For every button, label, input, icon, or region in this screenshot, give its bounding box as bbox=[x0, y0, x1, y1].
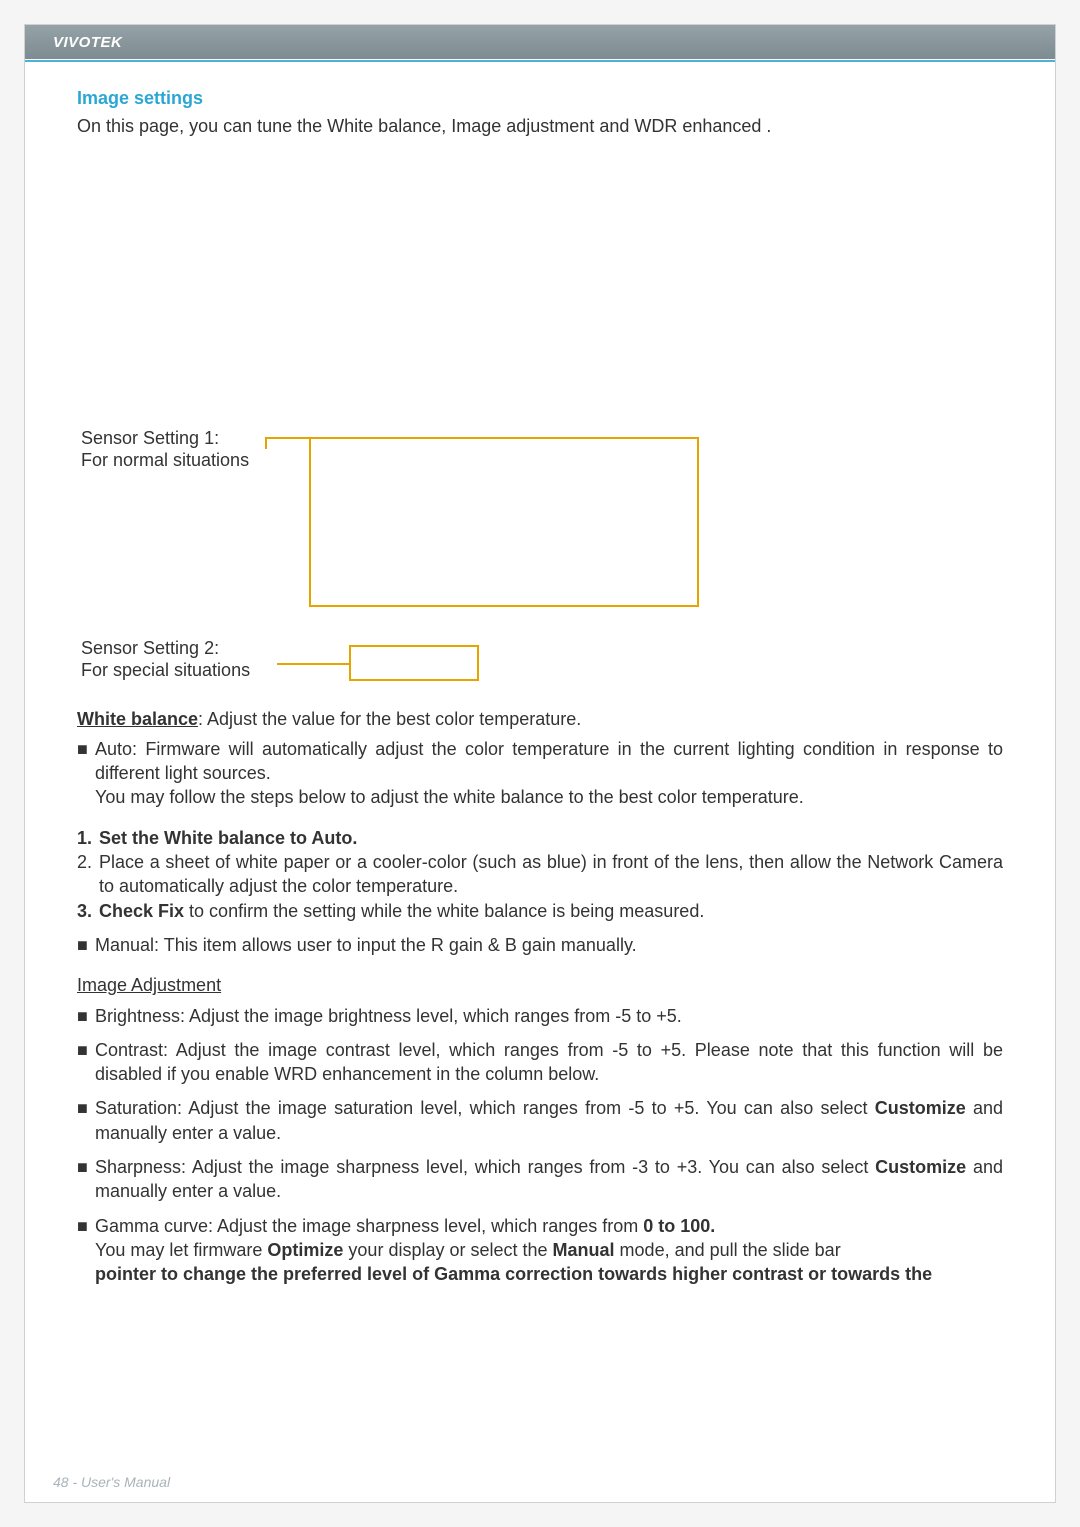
wb-auto-bullet: ■ Auto: Firmware will automatically adju… bbox=[77, 737, 1003, 786]
wb-step-3: 3. Check Fix to confirm the setting whil… bbox=[77, 899, 1003, 923]
brand-text: VIVOTEK bbox=[53, 34, 122, 51]
white-balance-after: : Adjust the value for the best color te… bbox=[198, 709, 581, 729]
wb-manual-text: Manual: This item allows user to input t… bbox=[95, 933, 1003, 957]
bullet-mark: ■ bbox=[77, 1038, 95, 1087]
gamma-optimize: Optimize bbox=[267, 1240, 343, 1260]
bullet-mark: ■ bbox=[77, 737, 95, 786]
gamma-bullet: ■ Gamma curve: Adjust the image sharpnes… bbox=[77, 1214, 1003, 1287]
gamma-manual: Manual bbox=[553, 1240, 615, 1260]
white-balance-heading: White balance bbox=[77, 709, 198, 729]
gamma-a: Gamma curve: Adjust the image sharpness … bbox=[95, 1216, 643, 1236]
body-text: White balance: Adjust the value for the … bbox=[77, 707, 1003, 1287]
bullet-mark: ■ bbox=[77, 933, 95, 957]
wb-step-2: 2. Place a sheet of white paper or a coo… bbox=[77, 850, 1003, 899]
step2-num: 2. bbox=[77, 850, 99, 899]
sensor-setting-2-label: Sensor Setting 2: For special situations bbox=[81, 637, 250, 682]
saturation-bullet: ■ Saturation: Adjust the image saturatio… bbox=[77, 1096, 1003, 1145]
sensor1-line2: For normal situations bbox=[81, 450, 249, 470]
section-title: Image settings bbox=[77, 86, 1003, 110]
gamma-line2a: You may let firmware bbox=[95, 1240, 267, 1260]
brightness-bullet: ■ Brightness: Adjust the image brightnes… bbox=[77, 1004, 1003, 1028]
sensor-setting-1-label: Sensor Setting 1: For normal situations bbox=[81, 427, 249, 472]
saturation-a: Saturation: Adjust the image saturation … bbox=[95, 1098, 875, 1118]
bullet-mark: ■ bbox=[77, 1155, 95, 1204]
connector-1 bbox=[265, 437, 309, 439]
sensor2-line2: For special situations bbox=[81, 660, 250, 680]
content-area: Image settings On this page, you can tun… bbox=[25, 62, 1055, 1287]
sensor-setting-2-box bbox=[349, 645, 479, 681]
page-container: VIVOTEK Image settings On this page, you… bbox=[24, 24, 1056, 1503]
wb-step-1: 1. Set the White balance to Auto. bbox=[77, 826, 1003, 850]
brightness-text: Brightness: Adjust the image brightness … bbox=[95, 1004, 1003, 1028]
section-intro: On this page, you can tune the White bal… bbox=[77, 114, 1003, 138]
sharpness-customize: Customize bbox=[875, 1157, 966, 1177]
wb-auto-text: Auto: Firmware will automatically adjust… bbox=[95, 737, 1003, 786]
wb-manual-bullet: ■ Manual: This item allows user to input… bbox=[77, 933, 1003, 957]
connector-2 bbox=[277, 663, 349, 665]
image-adjustment-heading: Image Adjustment bbox=[77, 973, 1003, 997]
gamma-line3: pointer to change the preferred level of… bbox=[95, 1264, 932, 1284]
bullet-mark: ■ bbox=[77, 1214, 95, 1287]
gamma-period: . bbox=[710, 1216, 715, 1236]
step1-num: 1. bbox=[77, 826, 99, 850]
gamma-line2c: mode, and pull the slide bar bbox=[615, 1240, 841, 1260]
contrast-text: Contrast: Adjust the image contrast leve… bbox=[95, 1038, 1003, 1087]
sharpness-bullet: ■ Sharpness: Adjust the image sharpness … bbox=[77, 1155, 1003, 1204]
sensor1-line1: Sensor Setting 1: bbox=[81, 428, 219, 448]
diagram-area: Sensor Setting 1: For normal situations … bbox=[77, 167, 1003, 707]
sensor2-line1: Sensor Setting 2: bbox=[81, 638, 219, 658]
step3-text: Check Fix to confirm the setting while t… bbox=[99, 899, 1003, 923]
header-band: VIVOTEK bbox=[25, 25, 1055, 59]
bullet-mark: ■ bbox=[77, 1096, 95, 1145]
page-footer: 48 - User's Manual bbox=[53, 1474, 170, 1490]
step1-text: Set the White balance to Auto. bbox=[99, 826, 1003, 850]
gamma-range: 0 to 100 bbox=[643, 1216, 710, 1236]
contrast-bullet: ■ Contrast: Adjust the image contrast le… bbox=[77, 1038, 1003, 1087]
step3-bold: Check Fix bbox=[99, 901, 184, 921]
step3-num: 3. bbox=[77, 899, 99, 923]
step3-rest: to confirm the setting while the white b… bbox=[184, 901, 704, 921]
sharpness-text: Sharpness: Adjust the image sharpness le… bbox=[95, 1155, 1003, 1204]
gamma-text: Gamma curve: Adjust the image sharpness … bbox=[95, 1214, 1003, 1287]
step2-text: Place a sheet of white paper or a cooler… bbox=[99, 850, 1003, 899]
gamma-line2b: your display or select the bbox=[343, 1240, 552, 1260]
wb-auto-follow: You may follow the steps below to adjust… bbox=[77, 785, 1003, 809]
saturation-text: Saturation: Adjust the image saturation … bbox=[95, 1096, 1003, 1145]
sensor-setting-1-box bbox=[309, 437, 699, 607]
saturation-customize: Customize bbox=[875, 1098, 966, 1118]
bullet-mark: ■ bbox=[77, 1004, 95, 1028]
sharpness-a: Sharpness: Adjust the image sharpness le… bbox=[95, 1157, 875, 1177]
white-balance-line: White balance: Adjust the value for the … bbox=[77, 707, 1003, 731]
